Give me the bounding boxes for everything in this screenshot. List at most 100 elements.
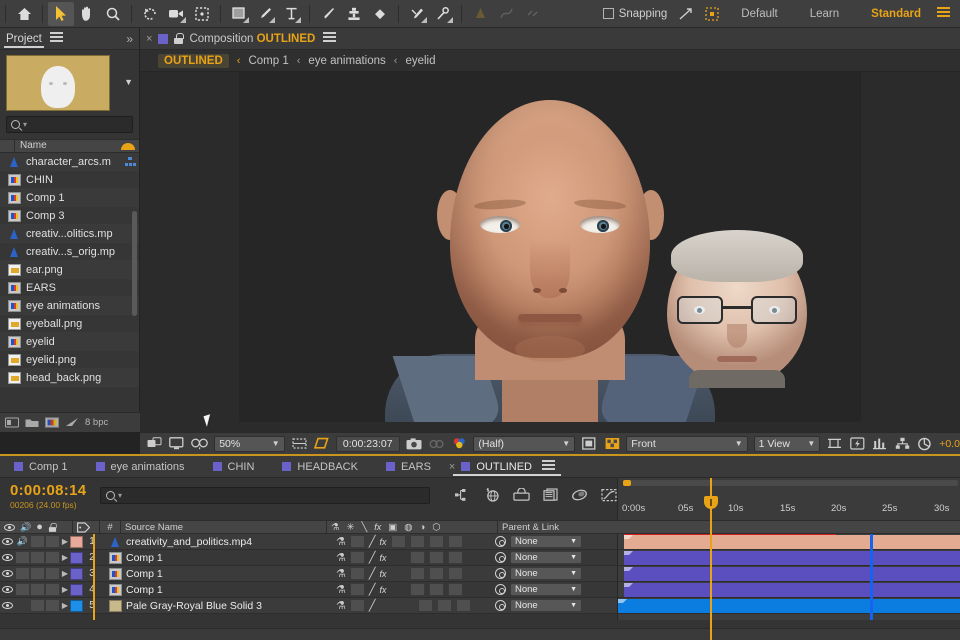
motion-blur-switch[interactable] [429, 567, 444, 580]
parent-and-link-header[interactable]: Parent & Link [498, 520, 618, 534]
solo-toggle[interactable] [30, 566, 45, 582]
tab-comp-1[interactable]: Comp 1 [0, 456, 82, 478]
pick-whip-icon[interactable] [495, 568, 506, 579]
new-composition-icon[interactable] [45, 417, 59, 429]
label-color-chip[interactable] [70, 568, 83, 580]
shy-switch[interactable] [350, 599, 365, 612]
label-color-chip[interactable] [70, 536, 83, 548]
frame-blend-switch[interactable] [418, 599, 433, 612]
roto-brush-tool-icon[interactable] [404, 2, 430, 26]
effects-switch-icon[interactable]: fx [380, 585, 387, 595]
camera-tool-icon[interactable] [163, 2, 189, 26]
3d-glasses-icon[interactable] [191, 436, 208, 451]
delete-icon[interactable] [65, 417, 79, 429]
timeline-track-area[interactable] [617, 534, 960, 620]
list-item[interactable]: Comp 1 [0, 189, 139, 207]
playhead-line[interactable] [93, 534, 95, 620]
quality-switch-icon[interactable]: ╱ [369, 567, 376, 580]
project-panel-menu-button[interactable] [48, 30, 63, 48]
lock-toggle[interactable] [45, 566, 60, 582]
list-item[interactable]: eyeball.png [0, 315, 139, 333]
list-item[interactable]: ear.png [0, 261, 139, 279]
motion-blur-switch[interactable] [429, 551, 444, 564]
list-item[interactable]: eyelid.png [0, 351, 139, 369]
expand-layer-triangle-icon[interactable]: ▶ [60, 537, 70, 546]
video-toggle[interactable] [0, 582, 15, 598]
3d-layer-switch[interactable] [448, 535, 463, 548]
motion-blur-icon[interactable] [571, 486, 588, 503]
brush-tool-icon[interactable] [315, 2, 341, 26]
grid-guides-icon[interactable] [291, 436, 308, 451]
expand-layer-triangle-icon[interactable]: ▶ [60, 569, 70, 578]
frame-blend-switch[interactable] [410, 567, 425, 580]
pick-whip-icon[interactable] [495, 584, 506, 595]
lock-toggle[interactable] [45, 534, 60, 550]
layer-source-name[interactable]: Comp 1 [126, 584, 163, 596]
new-folder-icon[interactable] [25, 417, 39, 429]
shy-switch[interactable] [350, 551, 365, 564]
work-area-bar[interactable] [623, 480, 958, 486]
composition-viewer[interactable] [140, 72, 960, 433]
quality-switch-icon[interactable]: ╱ [369, 551, 376, 564]
list-item[interactable]: eyelid [0, 333, 139, 351]
parent-dropdown[interactable]: None ▼ [510, 583, 582, 596]
snap-points-icon[interactable] [699, 2, 725, 26]
timeline-ruler[interactable]: 0:00s 05s 10s 15s 20s 25s 30s [617, 478, 960, 520]
audio-toggle[interactable] [15, 550, 30, 566]
region-of-interest-icon[interactable] [313, 436, 330, 451]
monitor-icon[interactable] [169, 436, 186, 451]
home-icon[interactable] [11, 2, 37, 26]
type-tool-icon[interactable] [278, 2, 304, 26]
list-item[interactable]: creativ...olitics.mp [0, 225, 139, 243]
lock-toggle[interactable] [45, 598, 60, 614]
list-item[interactable]: Comp 3 [0, 207, 139, 225]
snapping-toggle[interactable]: Snapping [597, 8, 674, 20]
audio-toggle[interactable] [15, 598, 30, 614]
link-icon[interactable] [519, 2, 545, 26]
list-item[interactable]: eye animations [0, 297, 139, 315]
3d-layer-switch[interactable] [448, 551, 463, 564]
3d-layer-switch[interactable] [456, 599, 471, 612]
pick-whip-icon[interactable] [495, 552, 506, 563]
motion-blur-switch[interactable] [437, 599, 452, 612]
pick-whip-icon[interactable] [495, 600, 506, 611]
effects-switch-icon[interactable]: fx [380, 569, 387, 579]
project-file-list[interactable]: character_arcs.m CHIN Comp 1 Comp 3 crea… [0, 153, 139, 405]
shy-switch[interactable] [350, 583, 365, 596]
workspace-standard[interactable]: Standard [855, 8, 937, 20]
list-item[interactable]: character_arcs.m [0, 153, 139, 171]
composition-mini-flowchart-icon[interactable] [455, 486, 472, 503]
track-row[interactable] [618, 598, 960, 614]
project-scrollbar[interactable] [132, 211, 137, 316]
lock-toggle[interactable] [45, 582, 60, 598]
breadcrumb-item-eyelid[interactable]: eyelid [405, 55, 435, 67]
track-row[interactable] [618, 550, 960, 566]
graph-editor-icon[interactable] [600, 486, 617, 503]
pixel-aspect-correction-icon[interactable] [826, 436, 843, 451]
motion-blur-switch-icon[interactable]: ⚗ [336, 535, 346, 548]
3d-layer-switch[interactable] [448, 567, 463, 580]
channels-icon[interactable] [451, 436, 468, 451]
tab-project[interactable]: Project [0, 28, 48, 50]
pick-whip-icon[interactable] [495, 536, 506, 547]
composition-canvas[interactable] [239, 72, 861, 422]
layer-bar[interactable] [624, 551, 960, 565]
tab-ears[interactable]: EARS [372, 456, 445, 478]
tab-eye-animations[interactable]: eye animations [82, 456, 199, 478]
hide-shy-layers-icon[interactable] [513, 486, 530, 503]
track-row[interactable] [618, 582, 960, 598]
effects-switch-icon[interactable]: fx [380, 537, 387, 547]
current-time-display[interactable]: 0:00:08:14 [0, 478, 86, 499]
always-preview-icon[interactable] [146, 436, 163, 451]
label-color-chip[interactable] [70, 600, 83, 612]
magnification-dropdown[interactable]: 50% ▼ [214, 436, 285, 452]
fast-previews-icon[interactable] [849, 436, 866, 451]
toggle-mask-paths-icon[interactable] [581, 436, 598, 451]
motion-blur-switch[interactable] [410, 535, 425, 548]
label-color-chip[interactable] [70, 584, 83, 596]
video-toggle[interactable] [0, 598, 15, 614]
audio-toggle[interactable]: 🔊 [15, 534, 30, 550]
layer-rows[interactable]: 🔊 ▶ 1 creativity_and_politics.mp4 ⚗ ╱ fx [0, 534, 960, 620]
list-item[interactable]: EARS [0, 279, 139, 297]
layer-bar[interactable] [624, 583, 960, 597]
